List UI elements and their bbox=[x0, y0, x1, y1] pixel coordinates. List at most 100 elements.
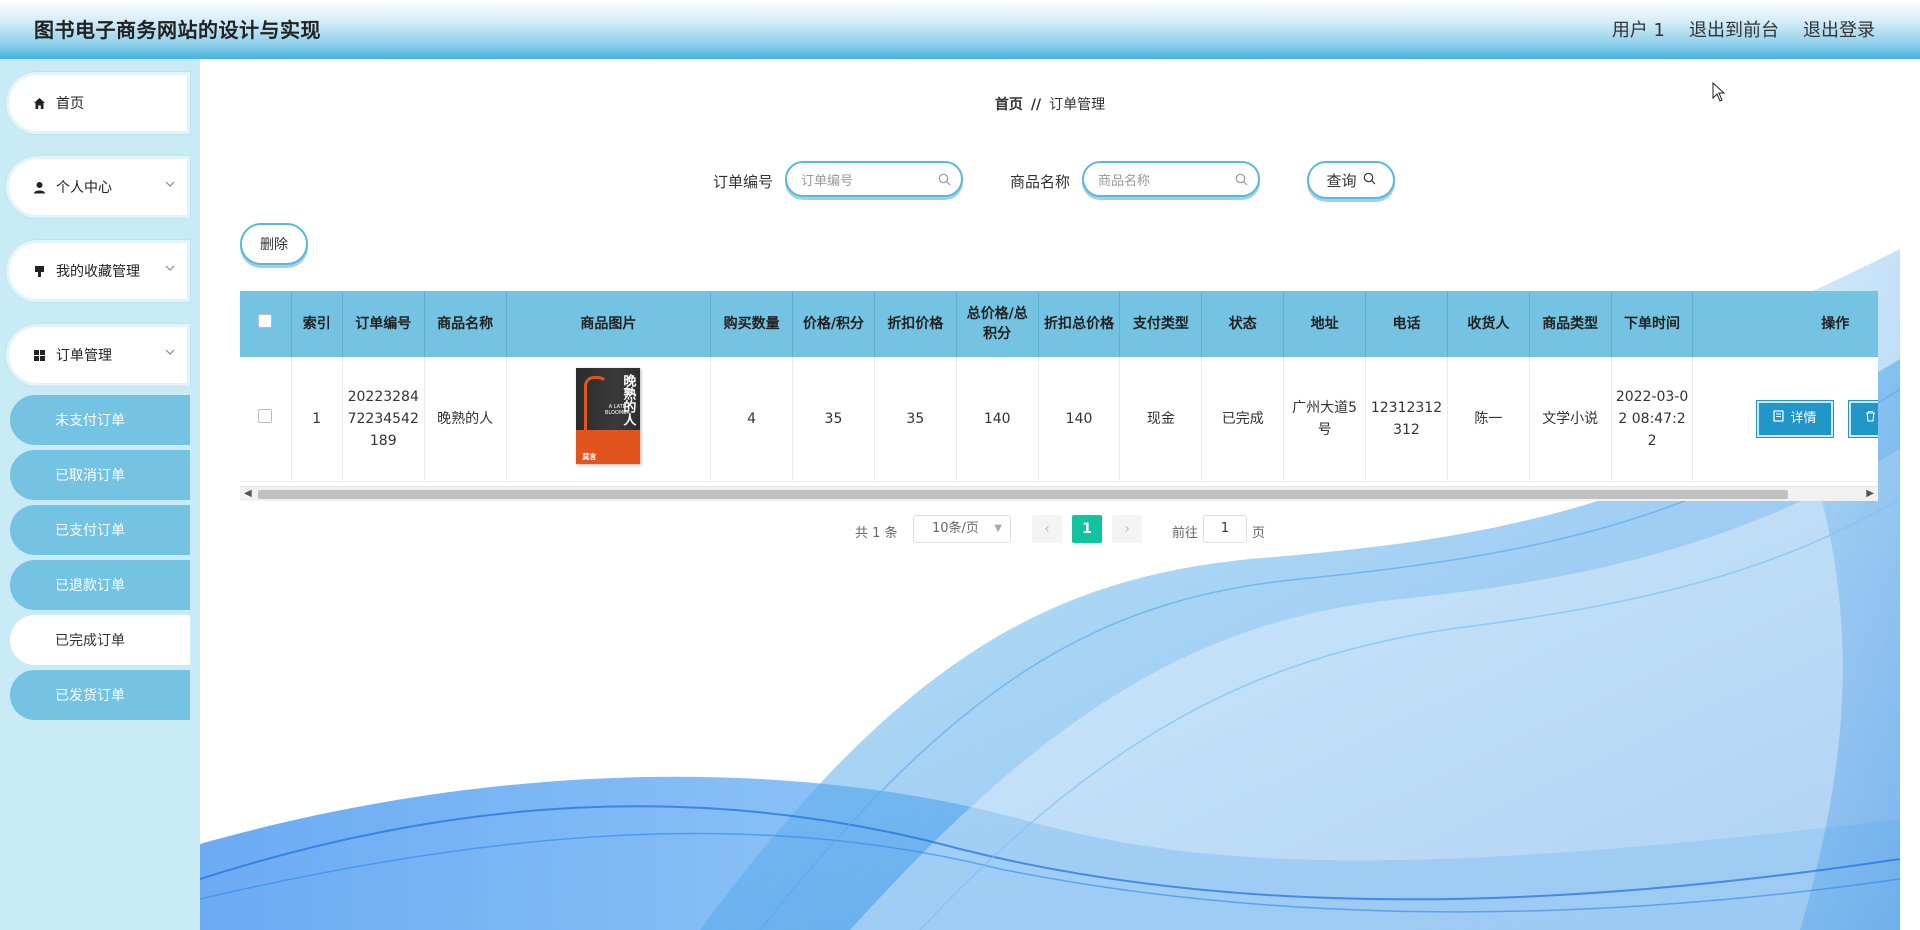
page-number-button[interactable]: 1 bbox=[1072, 515, 1102, 543]
column-header: 支付类型 bbox=[1119, 291, 1203, 357]
column-header: 商品名称 bbox=[424, 291, 507, 357]
row-checkbox[interactable] bbox=[258, 409, 273, 423]
cover-title: 晚熟的人 bbox=[620, 373, 636, 426]
row-delete-button[interactable]: 删除 bbox=[1848, 401, 1878, 437]
select-all-checkbox[interactable] bbox=[258, 314, 273, 328]
next-page-button[interactable]: › bbox=[1112, 515, 1142, 543]
scroll-right-icon[interactable]: ▶ bbox=[1866, 488, 1874, 499]
submenu-cancelled-orders[interactable]: 已取消订单 bbox=[10, 450, 190, 500]
page-size-value: 10条/页 bbox=[932, 521, 979, 536]
goods-name-cell: 晚熟的人 bbox=[424, 357, 507, 482]
column-header: 下单时间 bbox=[1611, 291, 1694, 357]
goods-name-placeholder: 商品名称 bbox=[1098, 173, 1151, 189]
query-button-label: 查询 bbox=[1326, 171, 1357, 190]
column-header: 购买数量 bbox=[710, 291, 794, 357]
site-title: 图书电子商务网站的设计与实现 bbox=[34, 18, 321, 42]
column-header: 操作 bbox=[1692, 291, 1878, 357]
discount-total-cell: 140 bbox=[1038, 357, 1121, 482]
prev-page-button[interactable]: ‹ bbox=[1032, 515, 1062, 543]
detail-button-label: 详情 bbox=[1790, 411, 1817, 426]
column-header: 状态 bbox=[1201, 291, 1285, 357]
table-row: 1 2022328472234542189 晚熟的人 晚熟的人 A LATE B… bbox=[240, 357, 1878, 482]
pagination: 共 1 条 10条/页 ▼ ‹ 1 › 前往 1 页 bbox=[200, 515, 1900, 545]
page-unit-label: 页 bbox=[1252, 526, 1266, 541]
chevron-down-icon bbox=[164, 346, 178, 360]
status-cell: 已完成 bbox=[1201, 357, 1285, 482]
order-no-cell: 2022328472234542189 bbox=[342, 357, 425, 482]
column-header: 商品图片 bbox=[506, 291, 712, 357]
goto-page-input[interactable]: 1 bbox=[1203, 515, 1247, 543]
main-content: 首页 // 订单管理 订单编号 订单编号 商品名称 商品名称 查询 删除 索引 订单… bbox=[200, 59, 1900, 930]
submenu-unpaid-orders[interactable]: 未支付订单 bbox=[10, 395, 190, 445]
home-icon bbox=[32, 96, 46, 110]
index-cell: 1 bbox=[291, 357, 343, 482]
sidebar: 首页 个人中心 我的收藏管理 订单管理 未支付订单 已取消订单 已支付订单 已退… bbox=[0, 59, 200, 930]
scroll-left-icon[interactable]: ◀ bbox=[244, 488, 252, 499]
batch-delete-button[interactable]: 删除 bbox=[240, 223, 308, 265]
sidebar-item-favorites[interactable]: 我的收藏管理 bbox=[6, 240, 190, 302]
mouse-cursor-icon bbox=[1712, 82, 1726, 102]
total-price-cell: 140 bbox=[956, 357, 1039, 482]
column-header: 订单编号 bbox=[342, 291, 425, 357]
address-cell: 广州大道5号 bbox=[1283, 357, 1367, 482]
page-size-select[interactable]: 10条/页 ▼ bbox=[913, 515, 1011, 543]
detail-button[interactable]: 详情 bbox=[1757, 401, 1833, 437]
table-horizontal-scrollbar[interactable]: ◀ ▶ bbox=[240, 486, 1878, 501]
column-header: 折扣价格 bbox=[874, 291, 957, 357]
sidebar-item-label: 订单管理 bbox=[56, 348, 112, 364]
goods-name-input[interactable]: 商品名称 bbox=[1082, 161, 1260, 197]
breadcrumb-separator: // bbox=[1030, 97, 1042, 113]
submenu-paid-orders[interactable]: 已支付订单 bbox=[10, 505, 190, 555]
select-all-cell[interactable] bbox=[240, 291, 292, 357]
column-header: 总价格/总积分 bbox=[956, 291, 1039, 357]
logout-link[interactable]: 退出登录 bbox=[1803, 16, 1875, 42]
order-no-placeholder: 订单编号 bbox=[801, 173, 854, 189]
sidebar-item-label: 首页 bbox=[56, 96, 84, 112]
breadcrumb: 首页 // 订单管理 bbox=[200, 94, 1900, 114]
document-icon bbox=[1773, 408, 1785, 430]
order-time-cell: 2022-03-02 08:47:22 bbox=[1611, 357, 1694, 482]
sidebar-item-personal-center[interactable]: 个人中心 bbox=[6, 156, 190, 218]
pagination-total: 共 1 条 bbox=[855, 526, 898, 541]
breadcrumb-home[interactable]: 首页 bbox=[995, 97, 1023, 113]
column-header: 折扣总价格 bbox=[1038, 291, 1121, 357]
goods-image-cell: 晚熟的人 A LATE BLOOMER 莫言 bbox=[506, 357, 712, 482]
chevron-down-icon: ▼ bbox=[994, 523, 1002, 534]
sidebar-item-label: 个人中心 bbox=[56, 180, 112, 196]
back-to-front-link[interactable]: 退出到前台 bbox=[1689, 16, 1779, 42]
price-cell: 35 bbox=[792, 357, 875, 482]
sidebar-item-home[interactable]: 首页 bbox=[6, 72, 190, 134]
breadcrumb-current: 订单管理 bbox=[1049, 97, 1106, 113]
chevron-down-icon bbox=[164, 262, 178, 276]
phone-cell: 12312312312 bbox=[1365, 357, 1448, 482]
bookmark-icon bbox=[32, 264, 46, 278]
query-button[interactable]: 查询 bbox=[1307, 161, 1395, 199]
column-header: 商品类型 bbox=[1529, 291, 1612, 357]
trash-icon bbox=[1865, 408, 1876, 430]
book-cover-image[interactable]: 晚熟的人 A LATE BLOOMER 莫言 bbox=[576, 367, 641, 464]
column-header: 收货人 bbox=[1447, 291, 1530, 357]
sidebar-item-orders[interactable]: 订单管理 bbox=[6, 324, 190, 386]
sidebar-item-label: 我的收藏管理 bbox=[56, 264, 140, 280]
orders-table: 索引 订单编号 商品名称 商品图片 购买数量 价格/积分 折扣价格 总价格/总积… bbox=[240, 291, 1878, 500]
goods-name-label: 商品名称 bbox=[1010, 173, 1071, 191]
order-no-input[interactable]: 订单编号 bbox=[785, 161, 963, 197]
scrollbar-thumb[interactable] bbox=[258, 490, 1788, 499]
header-links: 用户 1 退出到前台 退出登录 bbox=[1612, 16, 1875, 42]
grid-icon bbox=[32, 348, 46, 362]
search-icon bbox=[1363, 171, 1376, 189]
table-header-row: 索引 订单编号 商品名称 商品图片 购买数量 价格/积分 折扣价格 总价格/总积… bbox=[240, 291, 1878, 357]
order-no-label: 订单编号 bbox=[713, 173, 774, 191]
search-icon bbox=[938, 173, 951, 190]
receiver-cell: 陈一 bbox=[1447, 357, 1530, 482]
goto-label: 前往 bbox=[1172, 526, 1199, 541]
submenu-refunded-orders[interactable]: 已退款订单 bbox=[10, 560, 190, 610]
submenu-shipped-orders[interactable]: 已发货订单 bbox=[10, 670, 190, 720]
user-menu[interactable]: 用户 1 bbox=[1612, 16, 1665, 42]
column-header: 价格/积分 bbox=[792, 291, 875, 357]
column-header: 电话 bbox=[1365, 291, 1448, 357]
row-select-cell[interactable] bbox=[240, 357, 292, 482]
submenu-completed-orders[interactable]: 已完成订单 bbox=[10, 615, 190, 665]
quantity-cell: 4 bbox=[710, 357, 794, 482]
discount-price-cell: 35 bbox=[874, 357, 957, 482]
